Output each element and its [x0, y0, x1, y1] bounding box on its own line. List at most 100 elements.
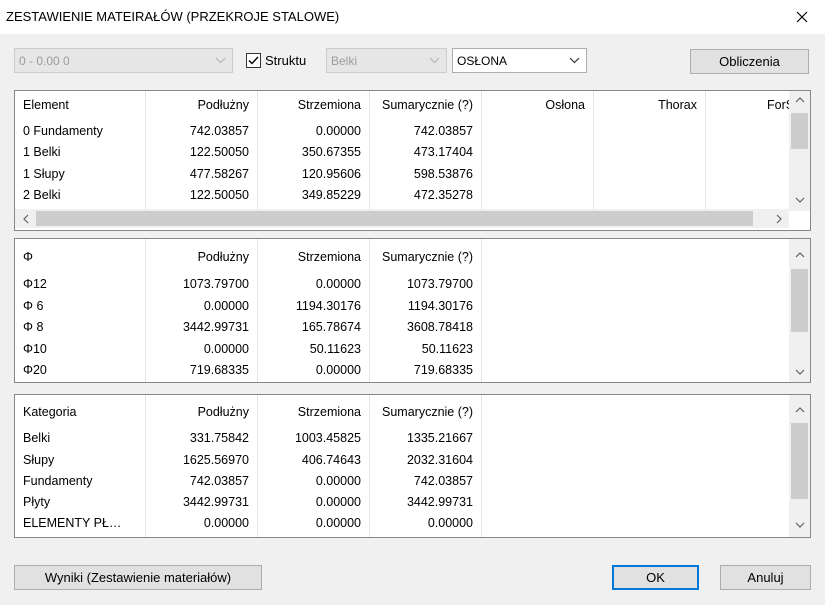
table-cell: 742.03857: [413, 474, 473, 488]
table-cell: 3608.78418: [406, 320, 473, 334]
table-cell: 0.00000: [427, 516, 473, 530]
column-header[interactable]: Sumarycznie (?): [369, 247, 481, 268]
table-cell: 349.85229: [301, 188, 361, 202]
chevron-up-icon: [795, 97, 804, 103]
table-cell: 0.00000: [315, 124, 361, 138]
table-cell: 742.03857: [413, 124, 473, 138]
title-bar: ZESTAWIENIE MATEIRAŁÓW (PRZEKROJE STALOW…: [0, 0, 825, 34]
column-header[interactable]: Thorax: [593, 95, 705, 116]
close-button[interactable]: [779, 0, 825, 34]
table-cell: 350.67355: [301, 145, 361, 159]
table-cell: 120.95606: [301, 167, 361, 181]
table-cell: 1 Słupy: [23, 167, 65, 181]
table-cell: 122.50050: [189, 188, 249, 202]
cover-select[interactable]: OSŁONA: [452, 48, 587, 73]
table-cell: 0.00000: [203, 516, 249, 530]
table-cell: 50.11623: [421, 342, 473, 356]
scroll-thumb[interactable]: [36, 211, 753, 226]
table-cell: Słupy: [23, 453, 55, 467]
table-cell: 50.11623: [309, 342, 361, 356]
ok-button[interactable]: OK: [612, 565, 699, 590]
table-cell: 0.00000: [315, 277, 361, 291]
element-grid[interactable]: Element Podłużny Strzemiona Sumarycznie …: [14, 90, 811, 231]
calculate-button[interactable]: Obliczenia: [690, 49, 809, 74]
results-button[interactable]: Wyniki (Zestawienie materiałów): [14, 565, 262, 590]
column-header[interactable]: Φ: [15, 247, 145, 268]
struktu-checkbox[interactable]: [246, 53, 261, 68]
scroll-up-button[interactable]: [789, 91, 810, 109]
table-cell: 1625.56970: [182, 453, 249, 467]
chevron-down-icon: [429, 57, 440, 64]
chevron-down-icon: [795, 522, 804, 528]
column-header[interactable]: Element: [15, 95, 145, 116]
table-cell: 0.00000: [315, 495, 361, 509]
table-cell: 3442.99731: [406, 495, 473, 509]
scroll-right-button[interactable]: [768, 209, 789, 228]
column-header[interactable]: Osłona: [481, 95, 593, 116]
table-cell: Φ20: [23, 363, 47, 377]
scroll-left-button[interactable]: [15, 209, 36, 228]
table-cell: 1003.45825: [294, 431, 361, 445]
type-select[interactable]: Belki: [326, 48, 447, 73]
column-header[interactable]: Sumarycznie (?): [369, 95, 481, 116]
cancel-button[interactable]: Anuluj: [720, 565, 811, 590]
struktu-label: Struktu: [265, 53, 307, 68]
table-cell: Belki: [23, 431, 51, 445]
column-header[interactable]: Kategoria: [15, 402, 145, 423]
scroll-thumb[interactable]: [791, 269, 808, 332]
column-header[interactable]: Podłużny: [145, 402, 257, 423]
table-cell: 0.00000: [315, 516, 361, 530]
horizontal-scrollbar[interactable]: [15, 209, 789, 228]
table-cell: 473.17404: [413, 145, 473, 159]
vertical-scrollbar[interactable]: [789, 91, 810, 211]
column-header[interactable]: ForSt: [705, 95, 791, 116]
chevron-down-icon: [795, 197, 804, 203]
window-title: ZESTAWIENIE MATEIRAŁÓW (PRZEKROJE STALOW…: [6, 9, 340, 24]
table-cell: 0 Fundamenty: [23, 124, 103, 138]
chevron-down-icon: [569, 57, 580, 64]
table-cell: 719.68335: [413, 363, 473, 377]
struktu-checkbox-group[interactable]: Struktu: [246, 52, 306, 69]
chevron-left-icon: [22, 214, 28, 223]
table-cell: 1 Belki: [23, 145, 61, 159]
scroll-down-button[interactable]: [789, 191, 810, 209]
column-header[interactable]: Sumarycznie (?): [369, 402, 481, 423]
column-header[interactable]: Strzemiona: [257, 402, 369, 423]
scroll-up-button[interactable]: [789, 246, 810, 264]
vertical-scrollbar[interactable]: [789, 395, 810, 537]
column-header[interactable]: Strzemiona: [257, 95, 369, 116]
cover-select-value: OSŁONA: [457, 54, 508, 68]
scroll-thumb[interactable]: [791, 423, 808, 499]
category-grid[interactable]: Kategoria Podłużny Strzemiona Sumaryczni…: [14, 394, 811, 538]
diameter-grid[interactable]: Φ Podłużny Strzemiona Sumarycznie (?) Φ1…: [14, 238, 811, 383]
table-cell: Fundamenty: [23, 474, 93, 488]
range-select[interactable]: 0 - 0.00 0: [14, 48, 233, 73]
column-header[interactable]: Strzemiona: [257, 247, 369, 268]
table-cell: 406.74643: [301, 453, 361, 467]
chevron-down-icon: [215, 57, 226, 64]
column-header[interactable]: Podłużny: [145, 95, 257, 116]
table-cell: 0.00000: [203, 299, 249, 313]
table-cell: 598.53876: [413, 167, 473, 181]
table-cell: ELEMENTY PŁ…: [23, 516, 122, 530]
table-cell: 477.58267: [189, 167, 249, 181]
scroll-thumb[interactable]: [791, 113, 808, 149]
table-cell: 0.00000: [315, 474, 361, 488]
scroll-down-button[interactable]: [789, 516, 810, 534]
column-header[interactable]: Podłużny: [145, 247, 257, 268]
scroll-down-button[interactable]: [789, 363, 810, 381]
table-cell: 3442.99731: [182, 495, 249, 509]
scroll-up-button[interactable]: [789, 401, 810, 419]
vertical-scrollbar[interactable]: [789, 239, 810, 382]
table-cell: 331.75842: [189, 431, 249, 445]
checkmark-icon: [248, 56, 259, 65]
chevron-up-icon: [795, 252, 804, 258]
chevron-up-icon: [795, 407, 804, 413]
table-cell: 1073.79700: [406, 277, 473, 291]
table-cell: Φ 6: [23, 299, 44, 313]
table-cell: 3442.99731: [182, 320, 249, 334]
table-cell: 742.03857: [189, 124, 249, 138]
chevron-down-icon: [795, 369, 804, 375]
close-icon: [796, 11, 808, 23]
table-cell: 1194.30176: [295, 299, 361, 313]
